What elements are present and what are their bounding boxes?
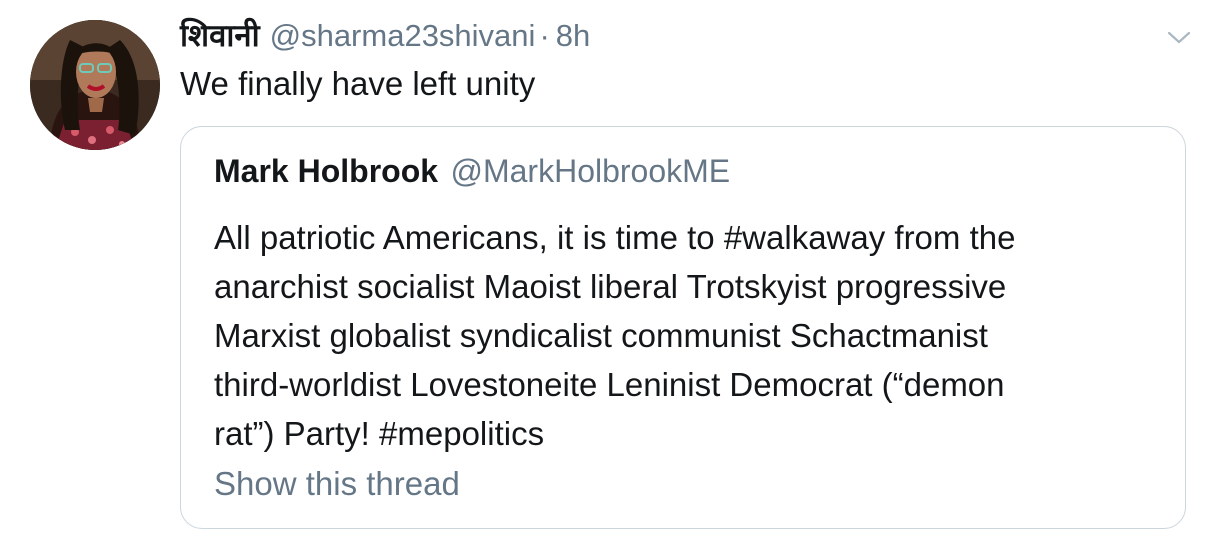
chevron-down-icon[interactable] <box>1165 28 1193 48</box>
quoted-text-line: third-worldist Lovestoneite Leninist Dem… <box>214 366 1005 403</box>
quoted-tweet-card[interactable]: Mark Holbrook @MarkHolbrookME All patrio… <box>180 126 1186 529</box>
quoted-text-line: Marxist globalist syndicalist communist … <box>214 317 988 354</box>
quoted-author-handle: @MarkHolbrookME <box>450 153 731 189</box>
tweet[interactable]: शिवानी @sharma23shivani · 8h We finally … <box>0 0 1205 540</box>
separator-dot: · <box>539 18 550 53</box>
tweet-text: We finally have left unity <box>180 65 536 102</box>
quoted-text-line: All patriotic Americans, it is time to #… <box>214 219 1016 256</box>
quoted-text-line: anarchist socialist Maoist liberal Trots… <box>214 268 1007 305</box>
quoted-text-line: rat”) Party! #mepolitics <box>214 415 545 452</box>
show-thread-link[interactable]: Show this thread <box>214 465 460 503</box>
user-handle[interactable]: @sharma23shivani <box>270 18 536 54</box>
display-name[interactable]: शिवानी <box>180 14 260 56</box>
quoted-author-name: Mark Holbrook <box>214 153 439 189</box>
avatar[interactable] <box>30 20 160 150</box>
quoted-tweet-text: All patriotic Americans, it is time to #… <box>214 213 1164 458</box>
avatar-image <box>30 20 160 150</box>
timestamp[interactable]: 8h <box>556 18 590 54</box>
tweet-header: शिवानी @sharma23shivani · 8h <box>180 14 590 58</box>
quoted-tweet-header: Mark Holbrook @MarkHolbrookME <box>214 153 730 190</box>
